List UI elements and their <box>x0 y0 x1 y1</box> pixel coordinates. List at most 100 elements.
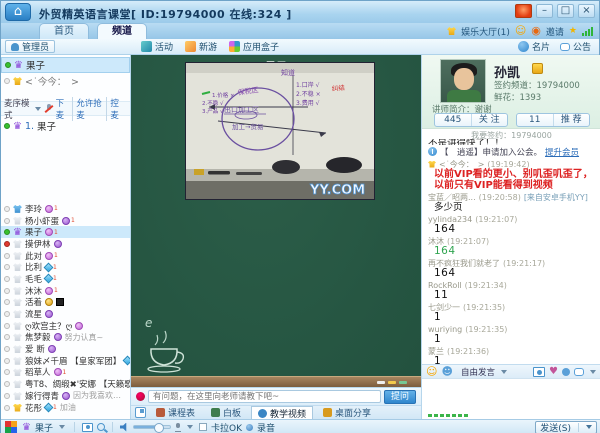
mic-queue-row[interactable]: ♛ 1. 果子 <box>1 118 130 134</box>
online-dot-icon <box>5 62 11 68</box>
emoji-icon[interactable]: ☻ <box>441 367 452 377</box>
list-item[interactable]: 摸伊林 <box>1 238 130 250</box>
chevron-down-icon[interactable] <box>501 370 507 374</box>
tab-whiteboard[interactable]: 白板 <box>205 406 247 419</box>
list-item[interactable]: 沐沐1 <box>1 285 130 297</box>
minimize-button[interactable]: – <box>536 4 553 18</box>
teaching-video[interactable]: 知道 1.口岸 √ 2.不稳 × 3.费用 √ 纠结 1.价格 × 2.不稳 √… <box>186 63 374 199</box>
tab-home[interactable]: 首页 <box>39 23 89 39</box>
mic-icon[interactable] <box>175 423 181 432</box>
app-grid-icon[interactable] <box>5 421 11 427</box>
list-item[interactable]: ♛果子1 <box>1 226 130 238</box>
chalk-piece <box>377 381 385 384</box>
member-badge-icon <box>75 322 83 330</box>
chat-message: 164 <box>434 268 596 279</box>
list-item[interactable]: 焦梦毅努力认真~ <box>1 332 130 344</box>
new-game-button[interactable]: 新游 <box>185 40 217 53</box>
channel-owner-row[interactable]: ♛ 果子 <box>1 57 130 73</box>
entertainment-hall-link[interactable]: 娱乐大厅(1) <box>461 25 510 38</box>
list-item[interactable]: 杨小虾蛋1 <box>1 215 130 227</box>
smiley-icon[interactable]: ☺ <box>515 26 526 36</box>
game-icon <box>185 41 196 52</box>
list-item[interactable]: 粤T8、绸缎✖'安娜 【天籁歌手】 <box>1 378 130 390</box>
list-item[interactable]: 此对1 <box>1 250 130 262</box>
shirt-icon <box>13 345 22 353</box>
shirt-icon <box>13 392 22 400</box>
emoticon-icon[interactable]: ☺ <box>426 367 437 377</box>
upgrade-member-link[interactable]: 提升会员 <box>545 146 579 158</box>
chat-bubble-icon[interactable] <box>574 368 584 376</box>
shirt-icon <box>13 404 22 412</box>
close-button[interactable]: × <box>578 4 595 18</box>
list-item[interactable]: 爱 断 <box>1 343 130 355</box>
list-item[interactable]: ღ欢宫主？ღ <box>1 320 130 332</box>
chat-input[interactable] <box>422 378 600 419</box>
list-item[interactable]: 流星 <box>1 308 130 320</box>
app-window: ⌂ 外贸精英语言课堂[ ID:19794000 在线:324 ] – □ × 首… <box>0 0 600 433</box>
admin-button[interactable]: 管理员 <box>5 40 55 53</box>
question-input[interactable] <box>148 390 381 403</box>
sub-owner-row[interactable]: <˙今今： > <box>1 73 130 89</box>
shirt-icon <box>13 240 22 248</box>
name-card-button[interactable]: 名片 <box>518 40 550 53</box>
skin-button[interactable] <box>515 4 532 18</box>
karaoke-checkbox[interactable] <box>199 423 207 431</box>
record-icon[interactable] <box>246 424 253 431</box>
list-item[interactable]: 花彤1加油 <box>1 402 130 414</box>
member-badge-icon <box>62 217 70 225</box>
list-item[interactable]: 比利1 <box>1 261 130 273</box>
allow-grab-mic-link[interactable]: 允许抢麦 <box>72 97 106 121</box>
bell-icon[interactable] <box>562 368 570 376</box>
mic-down-link[interactable]: 下麦 <box>53 97 73 121</box>
list-item[interactable]: 毛毛1 <box>1 273 130 285</box>
list-item[interactable]: 嫁行得青因为我喜欢确定无疑... <box>1 390 130 402</box>
chevron-down-icon[interactable] <box>35 107 41 111</box>
favorite-star-icon[interactable]: ★ <box>569 26 577 36</box>
shirt-icon <box>13 298 22 306</box>
stage-panel: 果子 知道 1.口 <box>131 55 421 419</box>
volume-slider[interactable] <box>133 425 171 429</box>
list-item[interactable]: 稻草人1 <box>1 367 130 379</box>
diamond-badge-icon <box>44 403 54 413</box>
tab-channel[interactable]: 频道 <box>97 23 147 39</box>
speaker-icon[interactable] <box>120 423 129 432</box>
speak-mode-select[interactable]: 自由发言 <box>461 366 495 378</box>
member-badge-icon <box>45 310 53 318</box>
chat-message: 1 <box>434 356 596 364</box>
tab-desktop-share[interactable]: 桌面分享 <box>317 406 377 419</box>
yellow-shirt-icon <box>13 77 22 85</box>
chat-message-list[interactable]: 不是讲得快了！！ 【 逍遥】申请加入公会。 提升会员 <˙今今： >(19:19… <box>422 139 600 364</box>
send-button[interactable]: 发送(S) <box>535 421 597 433</box>
avatar[interactable] <box>440 59 486 103</box>
shirt-icon <box>13 217 22 225</box>
shirt-icon <box>13 380 22 388</box>
activity-button[interactable]: 活动 <box>141 40 173 53</box>
announcement-button[interactable]: 公告 <box>560 40 591 53</box>
recommend-button[interactable]: 11推 荐 <box>516 113 590 127</box>
screenshot-icon[interactable] <box>533 367 545 377</box>
tab-schedule[interactable]: 课程表 <box>150 406 201 419</box>
zoom-icon[interactable] <box>97 423 105 431</box>
collapse-icon[interactable] <box>135 407 146 418</box>
chevron-down-icon[interactable] <box>590 370 596 374</box>
screenshot-icon[interactable] <box>82 423 93 432</box>
list-item[interactable]: 李玲1 <box>1 203 130 215</box>
home-icon[interactable]: ⌂ <box>5 3 31 21</box>
app-box-button[interactable]: 应用盒子 <box>229 40 279 53</box>
control-mic-link[interactable]: 控麦 <box>106 97 127 121</box>
heart-icon[interactable]: ♥ <box>549 366 558 377</box>
member-badge-icon <box>45 228 53 236</box>
maximize-button[interactable]: □ <box>557 4 574 18</box>
megaphone-icon[interactable]: ◉ <box>531 26 541 36</box>
follow-button[interactable]: 445关 注 <box>434 113 508 127</box>
tab-teaching-video[interactable]: 教学视频 <box>251 406 313 419</box>
list-item[interactable]: 活着 <box>1 297 130 309</box>
chevron-down-icon[interactable] <box>59 425 65 429</box>
svg-text:e: e <box>145 317 152 330</box>
invite-link[interactable]: 邀请 <box>546 25 564 38</box>
ask-button[interactable]: 提问 <box>384 390 416 404</box>
chevron-down-icon[interactable] <box>187 425 193 429</box>
list-item[interactable]: 狼妹〆千眉 【皇家军团】1 <box>1 355 130 367</box>
mic-mode-label[interactable]: 麦序模式 <box>4 97 33 121</box>
level-badge-icon <box>56 298 64 306</box>
